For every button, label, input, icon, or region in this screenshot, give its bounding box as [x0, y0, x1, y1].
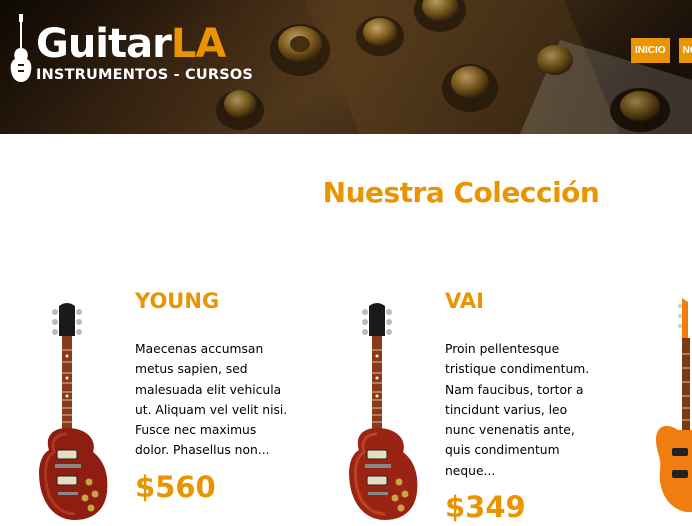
- logo-tagline: INSTRUMENTOS - CURSOS: [36, 67, 254, 83]
- guitar-image: [39, 303, 108, 520]
- nav-link-nosotros[interactable]: Nosotros: [678, 38, 692, 63]
- product-card: VAI Proin pellentesque tristique condime…: [345, 280, 645, 526]
- guitar-image: [656, 298, 692, 512]
- logo-name-main: Guitar: [36, 21, 172, 67]
- main-navigation: Inicio Nosotros: [631, 38, 692, 63]
- section-title: Nuestra Colección: [322, 176, 600, 209]
- product-description: Proin pellentesque tristique condimentum…: [445, 342, 590, 478]
- guitar-image: [349, 303, 418, 520]
- product-name: YOUNG: [135, 289, 220, 313]
- logo-title: GuitarLA: [36, 24, 253, 64]
- product-description: Maecenas accumsan metus sapien, sed male…: [135, 342, 288, 458]
- guitar-logo-icon: [10, 14, 32, 82]
- product-name: VAI: [445, 289, 484, 313]
- product-card: YOUNG Maecenas accumsan metus sapien, se…: [35, 280, 335, 526]
- logo-link[interactable]: GuitarLA INSTRUMENTOS - CURSOS: [10, 14, 253, 84]
- nav-link-inicio[interactable]: Inicio: [631, 38, 670, 63]
- product-price: $349: [445, 490, 526, 525]
- logo-name-accent: LA: [170, 21, 226, 67]
- site-header: GuitarLA INSTRUMENTOS - CURSOS Inicio No…: [0, 0, 692, 134]
- product-price: $560: [135, 469, 216, 504]
